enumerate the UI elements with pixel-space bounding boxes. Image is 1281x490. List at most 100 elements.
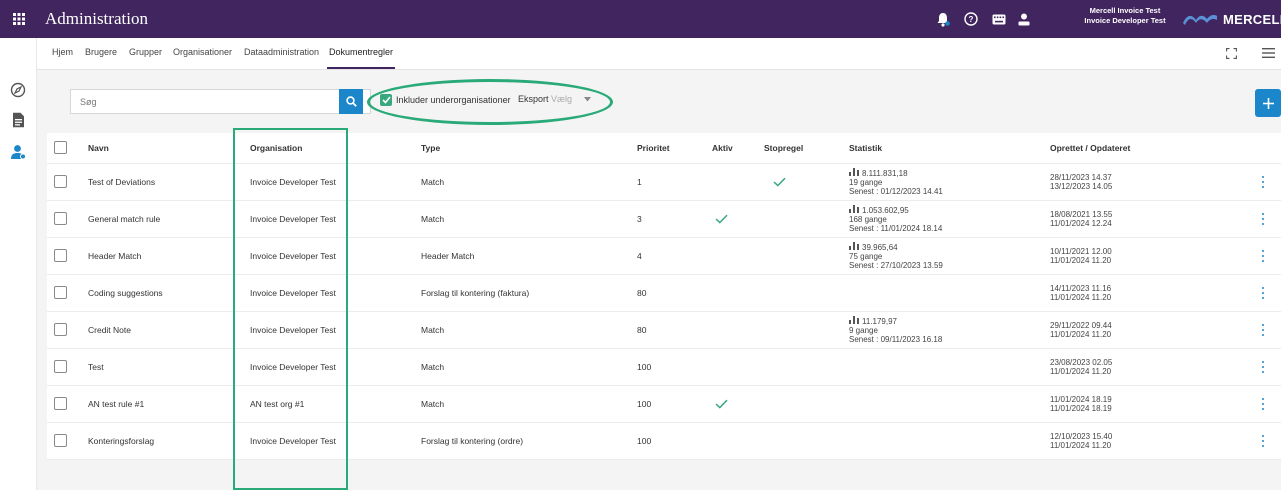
updated-date: 11/01/2024 12.24 — [1050, 219, 1112, 228]
row-actions-menu-icon[interactable] — [1260, 398, 1266, 410]
rule-type: Match — [421, 214, 445, 224]
document-icon[interactable] — [9, 111, 27, 129]
stat-amount: 39.965,64 — [862, 243, 898, 252]
row-actions-menu-icon[interactable] — [1260, 361, 1266, 373]
stop-rule-check-icon — [773, 164, 786, 200]
fullscreen-icon[interactable] — [1224, 46, 1238, 60]
tab-dataadministration[interactable]: Dataadministration — [244, 38, 319, 69]
rule-name[interactable]: Test — [88, 349, 104, 385]
row-checkbox[interactable] — [54, 323, 67, 336]
app-title: Administration — [45, 9, 148, 28]
active-check-icon — [715, 386, 728, 422]
rule-priority: 80 — [637, 288, 647, 298]
row-checkbox[interactable] — [54, 397, 67, 410]
row-actions-menu-icon[interactable] — [1260, 250, 1266, 262]
brand-name: MERCELL — [1223, 11, 1281, 27]
rule-organisation: Invoice Developer Test — [250, 362, 336, 372]
stat-count: 75 gange — [849, 252, 883, 261]
svg-text:?: ? — [969, 15, 974, 24]
rule-type: Match — [421, 399, 445, 409]
column-header-organisation[interactable]: Organisation — [250, 133, 302, 163]
row-checkbox[interactable] — [54, 212, 67, 225]
rule-type: Match — [421, 177, 445, 187]
search-button[interactable] — [339, 89, 363, 114]
rule-type: Match — [421, 325, 445, 335]
column-header-navn[interactable]: Navn — [88, 133, 109, 163]
compass-icon[interactable] — [9, 81, 27, 99]
app-grid-icon[interactable] — [0, 0, 37, 38]
select-all-checkbox[interactable] — [54, 141, 67, 154]
export-select[interactable]: Vælg — [551, 94, 592, 104]
table-row[interactable]: Coding suggestions Invoice Developer Test… — [47, 275, 1281, 312]
table-row[interactable]: Test Invoice Developer Test Match 100 23/08/… — [47, 349, 1281, 386]
rule-name[interactable]: Header Match — [88, 238, 141, 274]
tab-brugere[interactable]: Brugere — [85, 38, 117, 69]
created-date: 14/11/2023 11.16 — [1050, 284, 1112, 293]
rule-dates: 11/01/2024 18.19 11/01/2024 18.19 — [1050, 395, 1112, 413]
user-info[interactable]: Mercell Invoice Test Invoice Developer T… — [1079, 6, 1171, 26]
updated-date: 11/01/2024 11.20 — [1050, 330, 1112, 339]
rule-type: Forslag til kontering (ordre) — [421, 436, 524, 446]
row-actions-menu-icon[interactable] — [1260, 287, 1266, 299]
column-header-prioritet[interactable]: Prioritet — [637, 133, 670, 163]
notification-bell-icon[interactable] — [935, 11, 951, 27]
bar-chart-icon — [849, 241, 859, 252]
table-row[interactable]: Konteringsforslag Invoice Developer Test F… — [47, 423, 1281, 460]
tab-organisationer[interactable]: Organisationer — [173, 38, 232, 69]
stat-last-used: Senest : 01/12/2023 14.41 — [849, 187, 943, 196]
rule-name[interactable]: Coding suggestions — [88, 275, 163, 311]
row-checkbox[interactable] — [54, 175, 67, 188]
updated-date: 11/01/2024 11.20 — [1050, 441, 1112, 450]
created-date: 10/11/2021 12.00 — [1050, 247, 1112, 256]
rule-organisation: Invoice Developer Test — [250, 251, 336, 261]
row-checkbox[interactable] — [54, 249, 67, 262]
search-input[interactable] — [71, 90, 339, 113]
keyboard-icon[interactable] — [991, 11, 1007, 27]
user-admin-icon[interactable] — [9, 143, 27, 161]
updated-date: 11/01/2024 18.19 — [1050, 404, 1112, 413]
checkmark-icon — [381, 96, 391, 104]
rule-priority: 80 — [637, 325, 647, 335]
tab-dokumentregler[interactable]: Dokumentregler — [327, 38, 396, 69]
rule-name[interactable]: General match rule — [88, 201, 160, 237]
row-actions-menu-icon[interactable] — [1260, 324, 1266, 336]
rule-name[interactable]: Konteringsforslag — [88, 423, 154, 459]
table-row[interactable]: Credit Note Invoice Developer Test Match 80… — [47, 312, 1281, 349]
table-row[interactable]: Test of Deviations Invoice Developer Test… — [47, 164, 1281, 201]
row-actions-menu-icon[interactable] — [1260, 435, 1266, 447]
tab-hjem[interactable]: Hjem — [52, 38, 73, 69]
rule-statistics: 8.111.831,18 19 gange Senest : 01/12/2023 … — [849, 167, 943, 196]
column-header-stopregel[interactable]: Stopregel — [764, 133, 803, 163]
column-header-type[interactable]: Type — [421, 133, 440, 163]
user-name: Mercell Invoice Test — [1089, 6, 1161, 15]
table-row[interactable]: General match rule Invoice Developer Test… — [47, 201, 1281, 238]
rule-name[interactable]: Test of Deviations — [88, 164, 155, 200]
tab-grupper[interactable]: Grupper — [129, 38, 162, 69]
table-row[interactable]: Header Match Invoice Developer Test Header… — [47, 238, 1281, 275]
menu-icon[interactable] — [1261, 46, 1275, 60]
rule-dates: 14/11/2023 11.16 11/01/2024 11.20 — [1050, 284, 1111, 302]
rule-name[interactable]: AN test rule #1 — [88, 386, 144, 422]
user-profile-icon[interactable] — [1016, 11, 1032, 27]
include-suborganisations-label[interactable]: Inkluder underorganisationer — [396, 95, 511, 105]
add-rule-button[interactable] — [1255, 89, 1281, 117]
rule-name[interactable]: Credit Note — [88, 312, 131, 348]
column-header-oprettet-opdateret[interactable]: Oprettet / Opdateret — [1050, 133, 1130, 163]
rule-type: Match — [421, 362, 445, 372]
rule-priority: 1 — [637, 177, 642, 187]
help-icon[interactable]: ? — [963, 11, 979, 27]
updated-date: 11/01/2024 11.20 — [1050, 293, 1112, 302]
column-header-aktiv[interactable]: Aktiv — [712, 133, 733, 163]
row-checkbox[interactable] — [54, 286, 67, 299]
include-suborganisations-checkbox[interactable] — [380, 94, 392, 106]
stat-amount: 1.053.602,95 — [862, 206, 909, 215]
stat-last-used: Senest : 27/10/2023 13.59 — [849, 261, 943, 270]
row-checkbox[interactable] — [54, 360, 67, 373]
row-actions-menu-icon[interactable] — [1260, 213, 1266, 225]
row-actions-menu-icon[interactable] — [1260, 176, 1266, 188]
row-checkbox[interactable] — [54, 434, 67, 447]
table-row[interactable]: AN test rule #1 AN test org #1 Match 100 11/… — [47, 386, 1281, 423]
updated-date: 11/01/2024 11.20 — [1050, 367, 1112, 376]
column-header-statistik[interactable]: Statistik — [849, 133, 882, 163]
rule-type: Forslag til kontering (faktura) — [421, 288, 530, 298]
